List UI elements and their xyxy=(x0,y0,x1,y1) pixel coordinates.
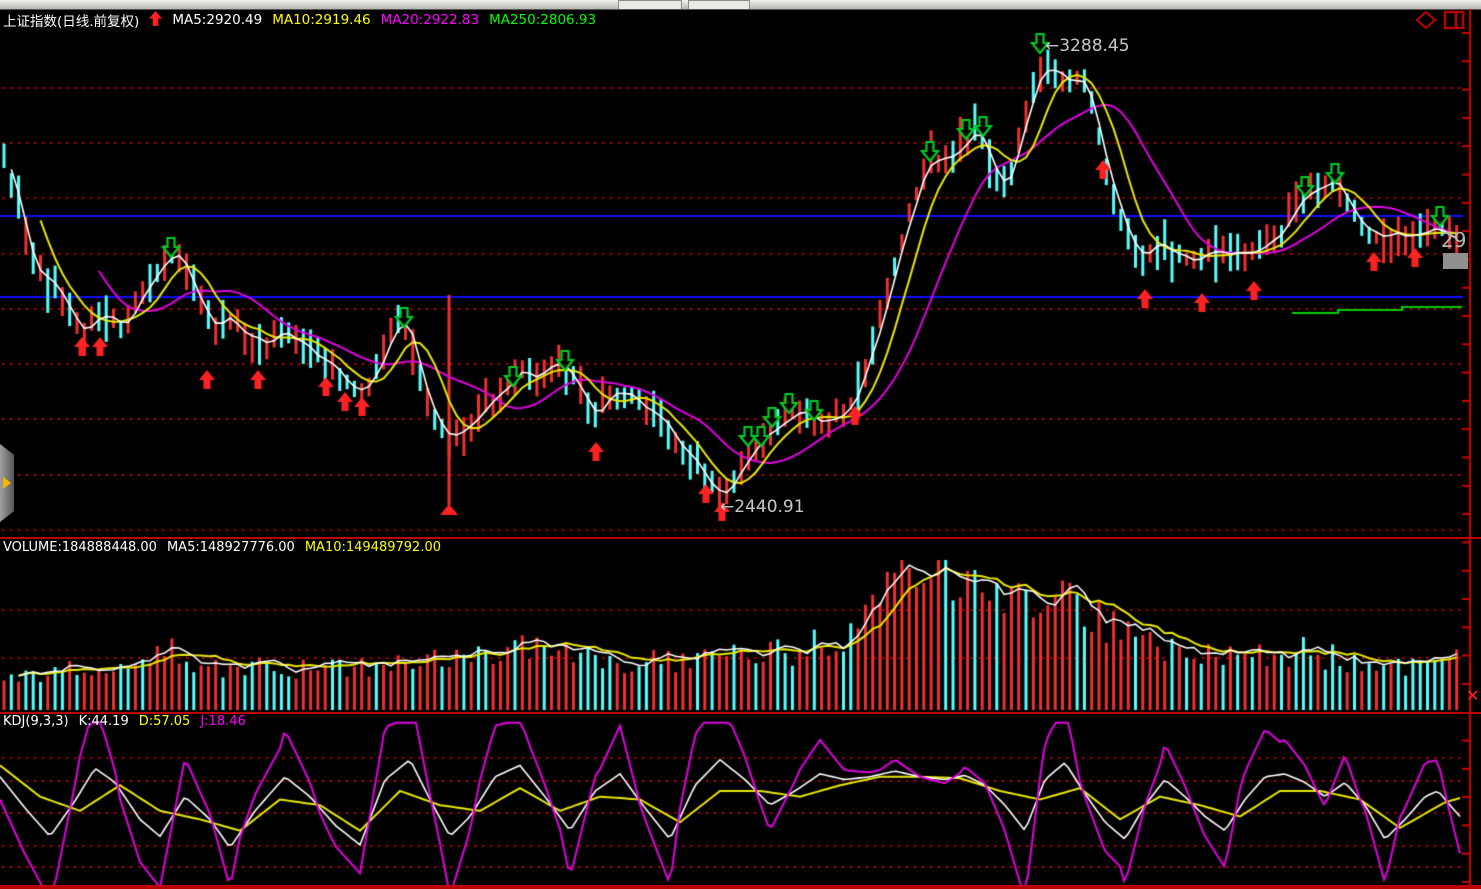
kdj-chart-canvas[interactable] xyxy=(0,714,1481,885)
volume-readout: VOLUME:184888448.00 xyxy=(3,540,157,555)
buy-signal-icon xyxy=(149,11,162,30)
ma5-readout: MA5:2920.49 xyxy=(172,12,262,28)
current-price-tag xyxy=(1443,253,1468,269)
volume-ma10-readout: MA10:149489792.00 xyxy=(305,540,441,555)
price-chart-canvas[interactable] xyxy=(0,9,1481,537)
high-price-annotation: ←3288.45 xyxy=(1045,36,1130,56)
ma10-readout: MA10:2919.46 xyxy=(272,12,370,28)
toolbar-button[interactable] xyxy=(688,0,750,9)
kdj-panel-header: KDJ(9,3,3) K:44.19 D:57.05 J:18.46 xyxy=(3,714,246,729)
volume-panel xyxy=(0,537,1481,712)
low-price-annotation: ←2440.91 xyxy=(720,497,805,517)
kdj-j-readout: J:18.46 xyxy=(200,714,245,729)
price-panel xyxy=(0,9,1481,537)
instrument-title: 上证指数(日线.前复权) xyxy=(3,10,139,30)
axis-price-label: 29 xyxy=(1441,228,1466,252)
close-panel-button[interactable]: ✕ xyxy=(1466,686,1479,705)
kdj-title: KDJ(9,3,3) xyxy=(3,714,69,729)
sidebar-expand-handle[interactable] xyxy=(0,444,14,522)
volume-panel-header: VOLUME:184888448.00 MA5:148927776.00 MA1… xyxy=(3,540,441,555)
ma250-readout: MA250:2806.93 xyxy=(489,12,596,28)
toolbar-button[interactable] xyxy=(618,0,682,9)
kdj-panel xyxy=(0,712,1481,889)
price-panel-header: 上证指数(日线.前复权) MA5:2920.49 MA10:2919.46 MA… xyxy=(3,10,596,30)
volume-chart-canvas[interactable] xyxy=(0,539,1481,712)
kdj-k-readout: K:44.19 xyxy=(79,714,129,729)
expand-arrow-icon xyxy=(3,477,11,489)
volume-ma5-readout: MA5:148927776.00 xyxy=(167,540,295,555)
split-window-icon[interactable] xyxy=(1443,10,1465,34)
kdj-d-readout: D:57.05 xyxy=(139,714,191,729)
trading-app-window: 上证指数(日线.前复权) MA5:2920.49 MA10:2919.46 MA… xyxy=(0,0,1481,889)
ma20-readout: MA20:2922.83 xyxy=(381,12,479,28)
diamond-tool-icon[interactable] xyxy=(1415,10,1437,34)
